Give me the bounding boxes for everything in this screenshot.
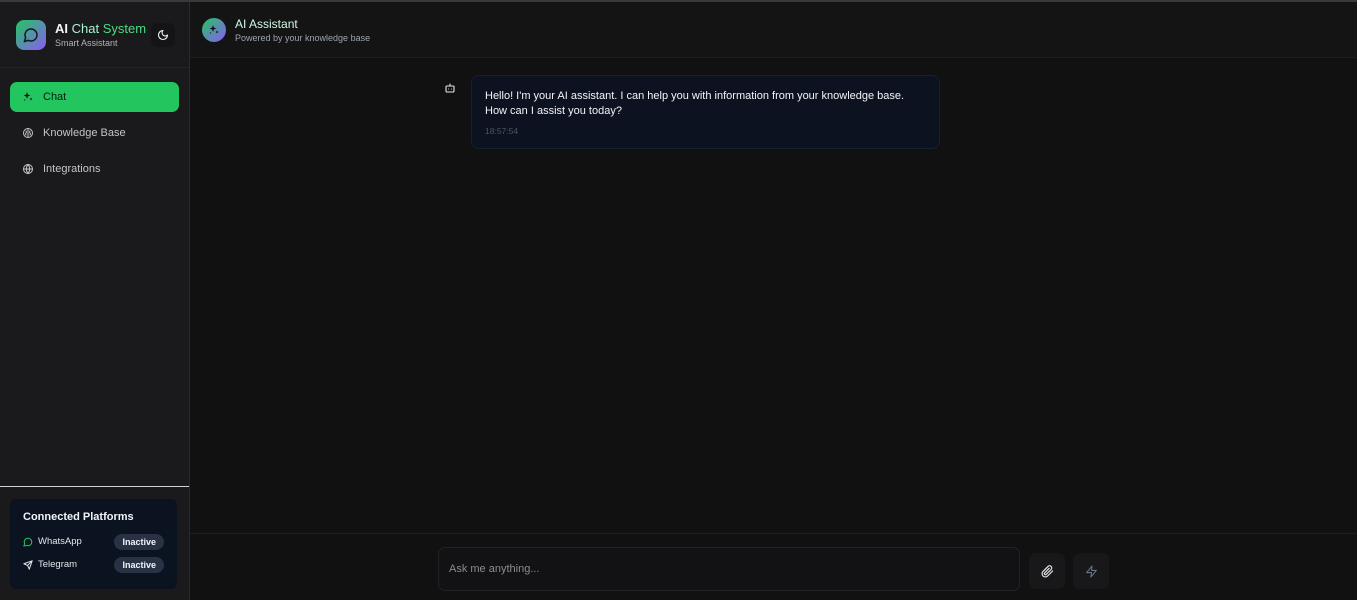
app-title-part3: System: [102, 21, 147, 36]
theme-toggle-button[interactable]: [151, 22, 175, 47]
globe-icon: [22, 163, 34, 175]
message-composer: [190, 533, 1357, 600]
brand-header: AI Chat System Smart Assistant: [0, 2, 189, 68]
app-title-part1: AI: [55, 21, 68, 36]
connected-platforms-title: Connected Platforms: [23, 511, 134, 523]
sidebar-item-label: Integrations: [43, 163, 101, 175]
bot-message-bubble: Hello! I'm your AI assistant. I can help…: [471, 75, 940, 149]
app-title: AI Chat System: [55, 21, 151, 37]
app-window: AI Chat System Smart Assistant Chat Know…: [0, 0, 1357, 600]
brand-text: AI Chat System Smart Assistant: [55, 21, 151, 48]
app-title-part2: Chat: [71, 21, 100, 36]
chat-bubble-logo-icon: [16, 19, 46, 50]
sidebar-item-label: Chat: [43, 91, 67, 103]
sparkles-icon: [22, 91, 34, 103]
message-list: Hello! I'm your AI assistant. I can help…: [190, 58, 1357, 533]
platform-name: Telegram: [38, 559, 78, 570]
status-badge: Inactive: [114, 533, 164, 550]
brain-icon: [22, 127, 34, 139]
send-icon: [23, 559, 33, 570]
bot-icon: [442, 80, 458, 96]
status-badge: Inactive: [114, 556, 164, 573]
attach-button[interactable]: [1029, 553, 1065, 589]
platform-label: Telegram: [23, 559, 77, 570]
sidebar-item-label: Knowledge Base: [43, 127, 126, 139]
app-subtitle: Smart Assistant: [55, 38, 118, 48]
message-timestamp: 18:57:54: [485, 126, 519, 136]
sparkles-icon: [209, 24, 219, 34]
sidebar-item-integrations[interactable]: Integrations: [10, 154, 179, 184]
assistant-avatar: [202, 17, 226, 42]
page-subtitle: Powered by your knowledge base: [235, 32, 371, 43]
chat-main: AI Assistant Powered by your knowledge b…: [190, 2, 1357, 600]
zap-icon: [1085, 565, 1097, 577]
send-button[interactable]: [1073, 553, 1109, 589]
paperclip-icon: [1040, 564, 1053, 578]
sidebar-nav: Chat Knowledge Base Integrations: [0, 68, 189, 204]
sidebar-item-knowledge-base[interactable]: Knowledge Base: [10, 118, 179, 148]
connected-platforms-card: Connected Platforms WhatsApp Inactive Te…: [10, 499, 177, 589]
platform-row-telegram: Telegram Inactive: [23, 556, 164, 573]
platform-row-whatsapp: WhatsApp Inactive: [23, 533, 164, 550]
platform-label: WhatsApp: [23, 536, 82, 547]
platform-name: WhatsApp: [38, 536, 82, 547]
message-circle-icon: [23, 537, 33, 547]
sidebar: AI Chat System Smart Assistant Chat Know…: [0, 2, 190, 600]
chat-header: AI Assistant Powered by your knowledge b…: [190, 2, 1357, 58]
page-title: AI Assistant: [235, 16, 298, 31]
header-text: AI Assistant Powered by your knowledge b…: [235, 17, 370, 43]
chat-input[interactable]: [438, 547, 1020, 591]
sidebar-item-chat[interactable]: Chat: [10, 82, 179, 112]
message-text: Hello! I'm your AI assistant. I can help…: [485, 90, 905, 117]
moon-icon: [157, 29, 169, 40]
sidebar-footer: Connected Platforms WhatsApp Inactive Te…: [0, 486, 189, 600]
